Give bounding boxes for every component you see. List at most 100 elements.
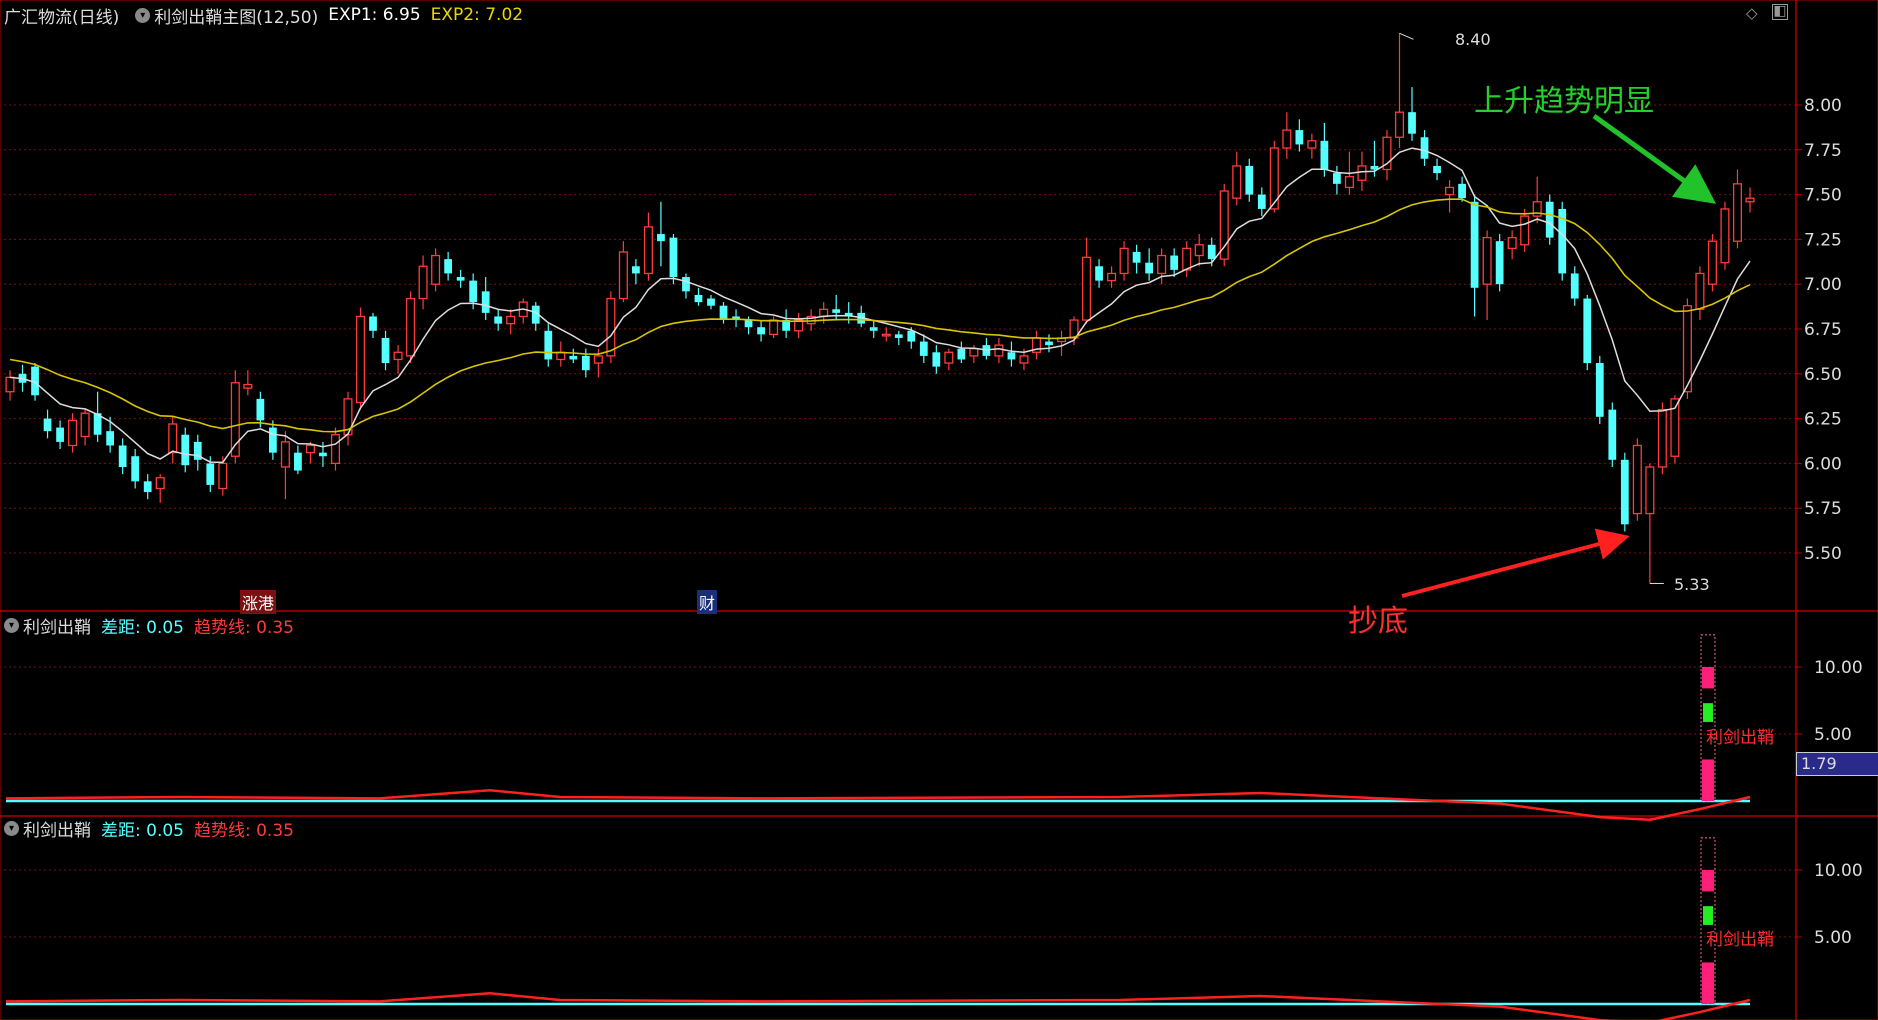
candle-body	[1595, 363, 1604, 417]
candle-body	[1470, 201, 1479, 288]
sub2-signal-label: 利剑出鞘	[1706, 930, 1774, 950]
candle-body	[1107, 272, 1117, 282]
candle-body	[1232, 165, 1242, 199]
event-tag-zhang[interactable]: 涨港	[240, 590, 277, 614]
candle-body	[569, 355, 578, 360]
sub1-trend: 趋势线: 0.35	[193, 617, 294, 638]
candle-body	[1132, 251, 1141, 263]
high-price-label: 8.40	[1455, 30, 1491, 49]
candle-body	[1145, 262, 1154, 274]
candle-body	[1019, 355, 1029, 364]
candle-body	[506, 315, 516, 325]
sub-trend-line	[5, 992, 1751, 1020]
y-tick-label: 7.00	[1804, 275, 1842, 295]
candle-body	[431, 254, 441, 285]
event-tag-cai[interactable]: 财	[697, 590, 718, 614]
candle-body	[1707, 240, 1717, 285]
candle-body	[1357, 165, 1367, 181]
candle-body	[155, 477, 165, 490]
y-tick-label: 7.75	[1804, 141, 1842, 161]
candle-body	[369, 316, 377, 331]
candle-body	[957, 348, 966, 360]
high-pointer	[1399, 32, 1414, 40]
candle-body	[381, 337, 390, 364]
y-tick-label: 7.50	[1804, 186, 1842, 206]
sub1-signal-label: 利剑出鞘	[1706, 728, 1774, 748]
candle-body	[1119, 247, 1129, 275]
candle-body	[305, 444, 315, 454]
candle-body	[1458, 183, 1466, 199]
candle-body	[1194, 244, 1204, 257]
candle-body	[1608, 409, 1617, 460]
candle-body	[118, 445, 127, 467]
candle-body	[218, 462, 228, 490]
candle-body	[406, 297, 416, 357]
candle-body	[444, 259, 453, 274]
candle-body	[719, 305, 728, 321]
y-tick-label: 5.50	[1804, 544, 1842, 564]
candle-body	[1408, 112, 1416, 134]
candle-body	[919, 341, 928, 356]
candle-body	[206, 463, 215, 485]
signal-bar	[1702, 759, 1714, 801]
candle-body	[1720, 208, 1730, 264]
candle-body	[1095, 266, 1103, 281]
signal-bar	[1703, 703, 1713, 722]
candle-body	[1570, 273, 1579, 299]
candle-body	[932, 352, 941, 367]
candle-body	[1745, 197, 1755, 203]
candle-body	[869, 327, 878, 331]
sub2-name[interactable]: 利剑出鞘	[23, 816, 91, 841]
signal-bar	[1702, 962, 1714, 1004]
candle-body	[1695, 272, 1705, 310]
candle-body	[1282, 129, 1292, 149]
sub1-name[interactable]: 利剑出鞘	[23, 613, 91, 638]
candle-body	[894, 334, 903, 338]
candle-body	[1583, 298, 1592, 364]
candle-body	[143, 481, 152, 493]
indicator-name[interactable]: 利剑出鞘主图(12,50)	[154, 3, 318, 28]
y-tick-label: 6.25	[1804, 410, 1842, 430]
chevron-down-icon[interactable]: ▾	[4, 617, 19, 633]
candle-body	[5, 376, 15, 393]
candle-body	[907, 330, 916, 342]
candle-body	[393, 351, 403, 361]
candle-body	[1445, 186, 1455, 196]
y-tick-label: 6.75	[1804, 320, 1842, 340]
candle-body	[544, 330, 553, 360]
candle-body	[469, 280, 478, 303]
candle-body	[994, 344, 1004, 357]
candle-body	[1320, 140, 1329, 170]
diamond-icon[interactable]: ◇	[1746, 4, 1758, 22]
sub-y-tick-label: 5.00	[1814, 725, 1852, 745]
candle-body	[581, 355, 590, 371]
candle-body	[832, 309, 841, 313]
exp1-value: EXP1: 6.95	[328, 5, 421, 25]
bottom-fish-arrow	[1401, 528, 1630, 598]
stock-title[interactable]: 广汇物流(日线)	[4, 3, 119, 28]
candle-body	[268, 427, 277, 453]
candle-body	[757, 327, 765, 335]
sub2-diff: 差距: 0.05	[101, 820, 184, 841]
y-tick-label: 6.50	[1804, 365, 1842, 385]
candle-body	[1182, 247, 1192, 271]
candle-body	[1632, 444, 1642, 515]
sub-y-tick-label: 10.00	[1814, 658, 1863, 678]
chart-canvas: 8.00 7.75 7.50 7.25 7.00 6.75 6.50 6.25 6.00 5.75…	[0, 0, 1878, 1020]
window-toggle-icon[interactable]: ◧	[1772, 4, 1788, 20]
candle-body	[1157, 254, 1167, 275]
ma-long-line	[9, 198, 1751, 433]
candle-body	[769, 319, 779, 336]
y-tick-label: 6.00	[1804, 454, 1842, 474]
candle-body	[1495, 241, 1504, 285]
signal-bar	[1702, 870, 1714, 892]
signal-bar	[1702, 667, 1714, 689]
chevron-down-icon[interactable]: ▾	[4, 820, 19, 836]
chevron-down-icon[interactable]: ▾	[135, 7, 151, 23]
candle-body	[618, 251, 628, 300]
candle-body	[744, 320, 753, 328]
sub-y-tick-label: 5.00	[1814, 928, 1852, 948]
candle-body	[355, 315, 366, 404]
candle-body	[657, 234, 665, 242]
candle-body	[1620, 459, 1629, 525]
